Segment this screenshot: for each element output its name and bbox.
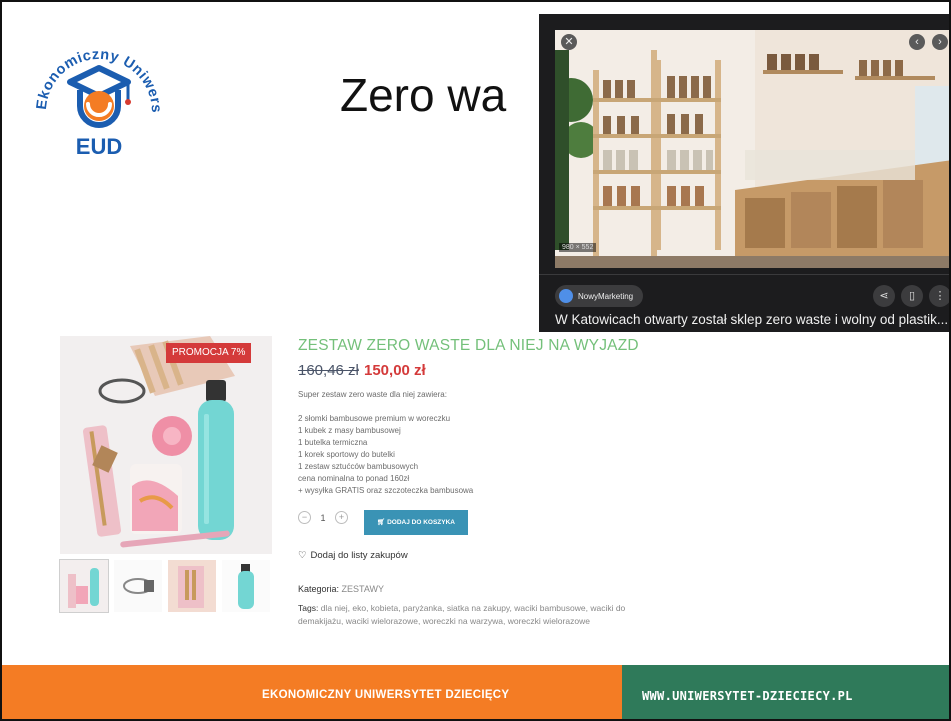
product-item: cena nominalna to ponad 160zł: [298, 474, 410, 483]
divider: [539, 274, 949, 275]
product-item: + wysyłka GRATIS oraz szczoteczka bambus…: [298, 486, 474, 495]
cart-icon: 🛒︎: [377, 519, 386, 526]
image-caption-link[interactable]: W Katowicach otwarty został sklep zero w…: [555, 312, 949, 327]
source-chip[interactable]: NowyMarketing: [555, 285, 644, 307]
product-category: Kategoria: ZESTAWY: [298, 584, 384, 594]
promo-badge: PROMOCJA 7%: [166, 343, 252, 363]
chevron-right-icon[interactable]: ›: [932, 34, 948, 50]
quantity-value[interactable]: 1: [317, 513, 329, 523]
tags-label: Tags:: [298, 603, 319, 613]
product-item: 1 zestaw sztućców bambusowych: [298, 462, 419, 471]
presentation-slide: Ekonomiczny Uniwersytet Dziecięcy EUD Ze…: [0, 0, 951, 721]
logo-abbr: EUD: [76, 134, 122, 159]
viewer-image[interactable]: [555, 30, 949, 268]
product-title: ZESTAW ZERO WASTE DLA NIEJ NA WYJAZD: [298, 337, 639, 354]
product-main-image[interactable]: [60, 336, 272, 554]
image-dimensions: 980 × 552: [559, 243, 597, 252]
heart-icon: ♡: [298, 550, 307, 561]
globe-icon: [559, 289, 573, 303]
product-item: 1 butelka termiczna: [298, 438, 368, 447]
more-options-icon[interactable]: ⋮: [929, 285, 949, 307]
price-new: 150,00 zł: [364, 362, 426, 379]
tags-links[interactable]: dla niej, eko, kobieta, paryżanka, siatk…: [298, 603, 625, 626]
product-item: 1 korek sportowy do butelki: [298, 450, 395, 459]
product-intro: Super zestaw zero waste dla niej zawiera…: [298, 390, 447, 399]
add-to-cart-button[interactable]: 🛒︎ DODAJ DO KOSZYKA: [364, 510, 468, 535]
footer-website[interactable]: WWW.UNIWERSYTET-DZIECIECY.PL: [642, 689, 853, 703]
product-item: 2 słomki bambusowe premium w woreczku: [298, 414, 451, 423]
slide-title: Zero wa: [340, 69, 507, 121]
eud-logo: Ekonomiczny Uniwersytet Dziecięcy EUD: [24, 20, 164, 159]
add-to-cart-label: DODAJ DO KOSZYKA: [387, 519, 455, 526]
quantity-stepper: − 1 +: [298, 511, 348, 524]
thumbnail-3[interactable]: [168, 560, 216, 612]
image-viewer-panel: ✕ ‹ › 980 × 552 NowyMarketing ⋖ ▯ ⋮ W Ka…: [539, 14, 949, 332]
share-icon[interactable]: ⋖: [873, 285, 895, 307]
chevron-left-icon[interactable]: ‹: [909, 34, 925, 50]
product-item: 1 kubek z masy bambusowej: [298, 426, 401, 435]
product-photo: [60, 336, 272, 554]
source-name: NowyMarketing: [578, 291, 634, 301]
thumbnail-4[interactable]: [222, 560, 270, 612]
category-label: Kategoria:: [298, 584, 340, 594]
close-icon[interactable]: ✕: [561, 34, 577, 50]
bookmark-icon[interactable]: ▯: [901, 285, 923, 307]
product-thumbnails: [59, 559, 272, 613]
minus-icon[interactable]: −: [298, 511, 311, 524]
wishlist-label: Dodaj do listy zakupów: [310, 550, 408, 561]
thumbnail-1[interactable]: [59, 559, 109, 613]
category-link[interactable]: ZESTAWY: [342, 584, 385, 594]
thumbnail-2[interactable]: [114, 560, 162, 612]
add-to-wishlist-link[interactable]: ♡ Dodaj do listy zakupów: [298, 550, 408, 561]
product-tags: Tags: dla niej, eko, kobieta, paryżanka,…: [298, 602, 628, 627]
plus-icon[interactable]: +: [335, 511, 348, 524]
price-old: 160,46 zł: [298, 362, 359, 379]
footer-organization: EKONOMICZNY UNIWERSYTET DZIECIĘCY: [262, 689, 510, 701]
